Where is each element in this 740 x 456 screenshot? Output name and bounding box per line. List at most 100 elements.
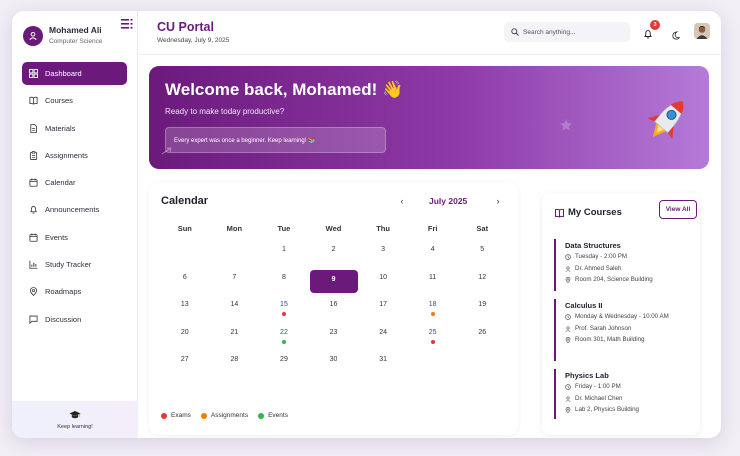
sidebar-item-materials[interactable]: Materials [22, 117, 127, 140]
calendar-day[interactable]: 15 [259, 296, 309, 324]
calendar-day[interactable]: 22 [259, 324, 309, 352]
calendar-day[interactable]: 2 [309, 241, 359, 269]
course-instructor-text: Dr. Ahmed Saleh [575, 264, 622, 272]
sidebar-item-dashboard[interactable]: Dashboard [22, 62, 127, 85]
calendar-day[interactable]: 17 [358, 296, 408, 324]
calendar-day[interactable]: 4 [408, 241, 458, 269]
calendar-day[interactable]: 12 [457, 269, 507, 297]
calendar-day[interactable]: 1 [259, 241, 309, 269]
courses-title: My Courses [568, 207, 622, 218]
course-location-text: Room 301, Math Building [575, 336, 645, 344]
calendar-day[interactable]: 29 [259, 351, 309, 379]
bell-icon [29, 206, 38, 215]
dashboard-icon [29, 69, 38, 78]
legend-dot [161, 412, 167, 419]
calendar-day-number: 27 [180, 356, 189, 364]
course-location-text: Lab 2, Physics Building [575, 406, 639, 414]
profile-department: Computer Science [49, 38, 103, 45]
menu-toggle-icon[interactable] [121, 16, 133, 29]
calendar-day[interactable]: 21 [210, 324, 260, 352]
weekday-label: Mon [226, 224, 243, 233]
calendar-day[interactable]: 25 [408, 324, 458, 352]
calendar-day[interactable]: 28 [210, 351, 260, 379]
course-item[interactable]: Calculus II Monday & Wednesday - 10:00 AM… [554, 299, 694, 361]
map-pin-icon [565, 277, 571, 284]
calendar-day[interactable]: 11 [408, 269, 458, 297]
calendar-day[interactable]: 26 [457, 324, 507, 352]
calendar-day[interactable]: 24 [358, 324, 408, 352]
user-icon [565, 326, 571, 332]
calendar-day[interactable]: 5 [457, 241, 507, 269]
course-item[interactable]: Data Structures Tuesday - 2:00 PM Dr. Ahme… [554, 239, 694, 291]
weekday-label: Tue [277, 224, 291, 233]
calendar-day[interactable]: 6 [160, 269, 210, 297]
calendar-title: Calendar [161, 195, 209, 207]
calendar-day[interactable]: 10 [358, 269, 408, 297]
sidebar: Mohamed Ali Computer Science Dashboard C… [12, 11, 138, 438]
calendar-day-number: 24 [379, 328, 387, 336]
sidebar-item-label: Study Tracker [45, 260, 92, 270]
course-instructor: Dr. Michael Chen [565, 395, 694, 404]
calendar-day-number: 10 [379, 273, 387, 281]
calendar-day[interactable]: 7 [210, 269, 260, 297]
course-item[interactable]: Physics Lab Friday - 1:00 PM Dr. Michael C… [554, 369, 694, 419]
weekday-label: Sun [177, 224, 192, 233]
view-all-button[interactable]: View All [659, 200, 697, 219]
weekday-label: Thu [376, 224, 390, 233]
legend-label: Events [268, 412, 288, 419]
sidebar-item-discussion[interactable]: Discussion [22, 308, 127, 331]
sidebar-item-roadmaps[interactable]: Roadmaps [22, 280, 127, 303]
next-month-button[interactable]: › [493, 196, 503, 206]
calendar-day[interactable]: 30 [309, 351, 359, 379]
calendar-day-number: 30 [329, 356, 338, 364]
calendar-empty-cell [408, 351, 458, 379]
sidebar-item-courses[interactable]: Courses [22, 89, 127, 112]
calendar-day[interactable]: 19 [457, 296, 507, 324]
weekday-label: Wed [325, 224, 342, 233]
sidebar-item-label: Announcements [45, 205, 100, 215]
star-icon [559, 118, 573, 131]
search-input[interactable] [523, 28, 623, 36]
search-box[interactable] [504, 22, 630, 42]
calendar-day-number: 31 [379, 356, 387, 364]
exam-indicator [281, 312, 286, 317]
sidebar-item-label: Discussion [45, 314, 82, 324]
calendar-day[interactable]: 23 [309, 324, 359, 352]
map-pin-icon [30, 287, 37, 297]
weekday-label: Sat [476, 224, 489, 233]
calendar-day[interactable]: 20 [160, 324, 210, 352]
calendar-day-number: 11 [429, 273, 437, 281]
theme-toggle[interactable] [671, 27, 680, 40]
sidebar-item-assignments[interactable]: Assignments [22, 144, 127, 167]
calendar-day[interactable]: 13 [160, 296, 210, 324]
motivational-quote: Every expert was once a beginner. Keep l… [165, 127, 386, 153]
sidebar-item-study-tracker[interactable]: Study Tracker [22, 253, 127, 276]
sidebar-item-calendar[interactable]: Calendar [22, 171, 127, 194]
calendar-day[interactable]: 27 [160, 351, 210, 379]
sidebar-item-announcements[interactable]: Announcements [22, 198, 127, 221]
calendar-day[interactable]: 18 [408, 296, 458, 324]
calendar-day[interactable]: 16 [309, 296, 359, 324]
calendar-day[interactable]: 8 [259, 269, 309, 297]
calendar-day-number: 22 [280, 328, 288, 336]
prev-month-button[interactable]: ‹ [397, 196, 407, 206]
calendar-day[interactable]: 31 [358, 351, 408, 379]
book-icon [555, 208, 564, 218]
calendar-day[interactable]: 3 [358, 241, 408, 269]
book-icon [29, 97, 38, 105]
calendar-day-number: 13 [180, 301, 189, 309]
legend-dot [258, 412, 265, 419]
calendar-day-number: 23 [329, 328, 338, 336]
user-icon [565, 396, 571, 402]
calendar-day[interactable]: 14 [210, 296, 260, 324]
profile-name: Mohamed Ali [49, 25, 102, 35]
welcome-title: Welcome back, Mohamed! 👋 [165, 80, 404, 99]
calendar-day[interactable]: 9 [309, 269, 358, 293]
calendar-day-number: 7 [232, 273, 237, 281]
avatar[interactable] [694, 23, 710, 39]
moon-icon [672, 31, 680, 40]
calendar-day-number: 9 [331, 275, 336, 283]
header: CU Portal Wednesday, July 9, 2025 3 [139, 11, 721, 55]
clock-icon [565, 314, 571, 320]
sidebar-item-events[interactable]: Events [22, 226, 127, 249]
